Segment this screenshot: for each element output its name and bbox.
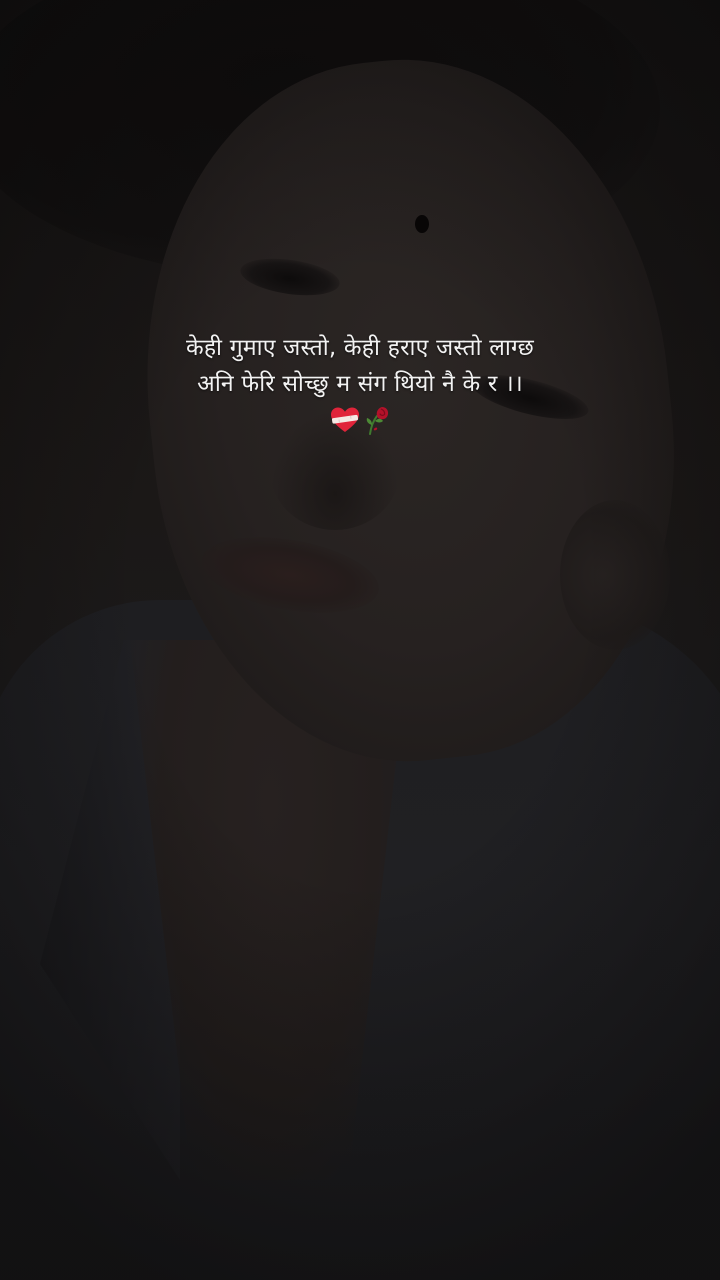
story-screen: केही गुमाए जस्तो, केही हराए जस्तो लाग्छ … <box>0 0 720 1280</box>
photo-vignette <box>0 0 720 1280</box>
caption-line-2: अनि फेरि सोच्छु म संग थियो नै के र ।। <box>197 371 523 397</box>
background-photo <box>0 0 720 1280</box>
mending-heart-icon <box>330 406 360 434</box>
caption-emoji-row <box>330 404 390 436</box>
caption-line-1: केही गुमाए जस्तो, केही हराए जस्तो लाग्छ <box>185 335 535 361</box>
wilted-flower-icon <box>364 405 390 435</box>
story-caption: केही गुमाए जस्तो, केही हराए जस्तो लाग्छ … <box>0 330 720 445</box>
